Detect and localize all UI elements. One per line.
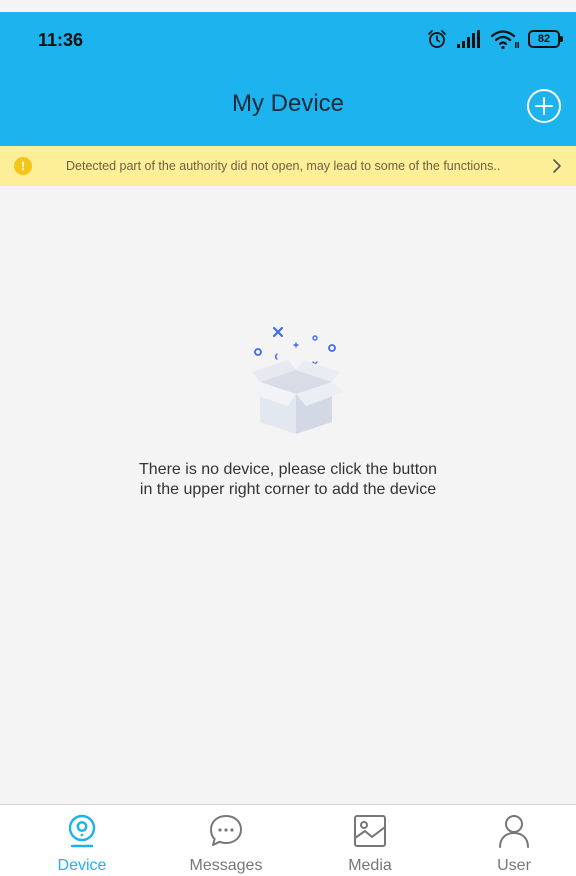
chevron-right-icon — [553, 159, 561, 173]
battery-icon: 82 — [528, 30, 563, 48]
battery-level: 82 — [537, 33, 551, 45]
empty-message-line1: There is no device, please click the but… — [139, 461, 437, 478]
nav-label-device: Device — [57, 857, 107, 874]
bottom-nav: Device Messages Media User — [0, 804, 576, 876]
status-icons: 82 — [426, 26, 563, 52]
nav-item-user[interactable]: User — [442, 805, 576, 876]
permission-warning-banner[interactable]: ! Detected part of the authority did not… — [0, 146, 576, 186]
nav-item-messages[interactable]: Messages — [154, 805, 298, 876]
signal-icon — [457, 30, 480, 48]
nav-label-user: User — [497, 857, 531, 874]
empty-box-illustration — [252, 326, 344, 434]
wifi-icon — [490, 30, 519, 50]
empty-message: There is no device, please click the but… — [0, 460, 576, 500]
nav-label-media: Media — [348, 857, 392, 874]
add-device-button[interactable] — [526, 88, 562, 124]
alarm-icon — [428, 30, 446, 48]
warning-text: Detected part of the authority did not o… — [66, 159, 501, 173]
status-bar: 11:36 82 — [0, 12, 576, 62]
nav-label-messages: Messages — [189, 857, 263, 874]
status-time: 11:36 — [38, 30, 84, 50]
user-icon — [499, 815, 529, 848]
empty-message-line2: in the upper right corner to add the dev… — [139, 481, 437, 498]
app-root: 11:36 82 My Device ! Detected part of th… — [0, 0, 576, 876]
empty-state: There is no device, please click the but… — [0, 186, 576, 804]
chat-bubble-icon — [210, 815, 242, 846]
nav-item-media[interactable]: Media — [298, 805, 442, 876]
page-title: My Device — [231, 90, 345, 117]
nav-item-device[interactable]: Device — [10, 805, 154, 876]
image-icon — [354, 815, 386, 847]
header: 11:36 82 My Device — [0, 12, 576, 146]
camera-icon — [68, 814, 96, 848]
title-bar: My Device — [0, 62, 576, 146]
exclamation-icon: ! — [14, 157, 32, 175]
